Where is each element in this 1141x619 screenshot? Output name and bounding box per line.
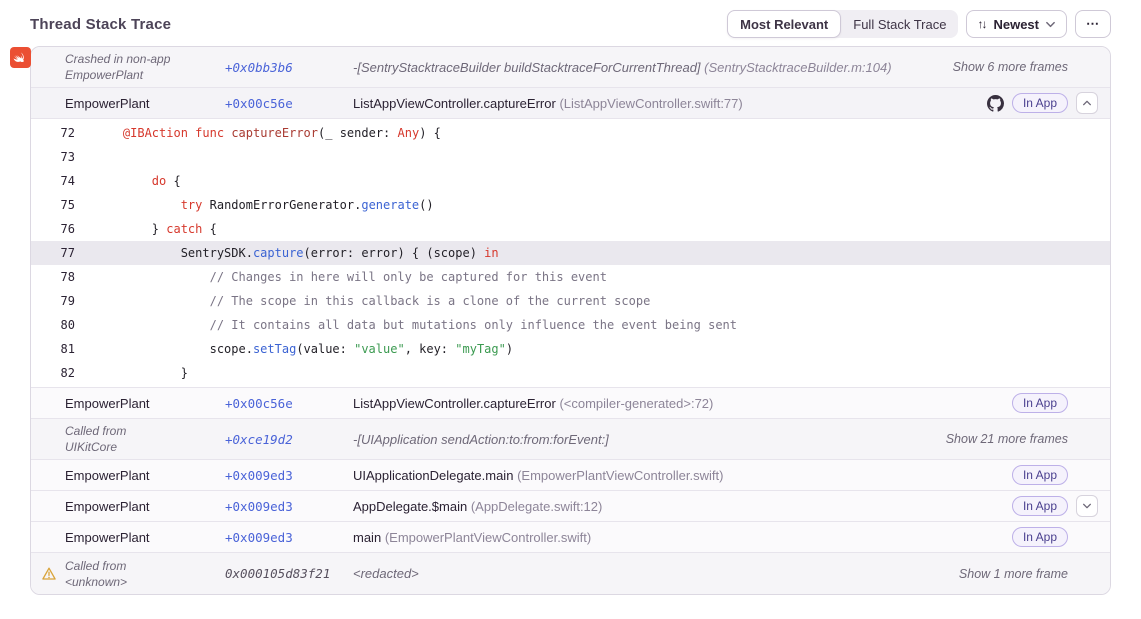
code-block: 72 @IBAction func captureError(_ sender:… <box>31 119 1110 388</box>
frame-row[interactable]: EmpowerPlant +0x009ed3 main (EmpowerPlan… <box>31 522 1110 553</box>
frame-module: Called from UIKitCore <box>31 423 225 455</box>
sort-label: Newest <box>993 17 1039 32</box>
frame-source[interactable]: (ListAppViewController.swift:77) <box>559 96 742 111</box>
code-line-78: 78 // Changes in here will only be captu… <box>31 265 1110 289</box>
expand-frame-button[interactable] <box>1076 495 1098 517</box>
sort-newest-button[interactable]: ↑↓ Newest <box>966 10 1067 38</box>
page-title: Thread Stack Trace <box>30 16 171 33</box>
chevron-up-icon <box>1082 98 1092 108</box>
ellipsis-icon: ⋯ <box>1086 16 1100 32</box>
thread-stack-trace-panel: Thread Stack Trace Most Relevant Full St… <box>0 0 1141 619</box>
frame-address[interactable]: +0x00c56e <box>225 96 293 111</box>
toggle-full-stack-trace[interactable]: Full Stack Trace <box>841 10 958 38</box>
in-app-badge[interactable]: In App <box>1012 527 1068 547</box>
frame-module: EmpowerPlant <box>31 396 225 411</box>
frame-row-omitted[interactable]: Crashed in non-app EmpowerPlant +0x0bb3b… <box>31 47 1110 88</box>
frame-function: AppDelegate.$main (AppDelegate.swift:12) <box>353 499 1012 514</box>
show-more-frames-link[interactable]: Show 6 more frames <box>953 60 1068 74</box>
chevron-down-icon <box>1045 19 1056 30</box>
toggle-most-relevant[interactable]: Most Relevant <box>727 10 841 38</box>
frame-address[interactable]: +0xce19d2 <box>225 432 293 447</box>
code-line-75: 75 try RandomErrorGenerator.generate() <box>31 193 1110 217</box>
frame-source[interactable]: (<compiler-generated>:72) <box>559 396 713 411</box>
frame-function: -[SentryStacktraceBuilder buildStacktrac… <box>353 60 953 75</box>
in-app-badge[interactable]: In App <box>1012 93 1068 113</box>
show-more-frames-link[interactable]: Show 1 more frame <box>959 567 1068 581</box>
frame-module: EmpowerPlant <box>31 468 225 483</box>
code-line-79: 79 // The scope in this callback is a cl… <box>31 289 1110 313</box>
frame-row-omitted[interactable]: Called from UIKitCore +0xce19d2 -[UIAppl… <box>31 419 1110 460</box>
header: Thread Stack Trace Most Relevant Full St… <box>0 0 1141 46</box>
frame-address[interactable]: +0x009ed3 <box>225 530 293 545</box>
frame-address[interactable]: +0x0bb3b6 <box>225 60 293 75</box>
sort-arrows-icon: ↑↓ <box>977 17 985 31</box>
frame-source[interactable]: (EmpowerPlantViewController.swift) <box>385 530 591 545</box>
frame-function: ListAppViewController.captureError (List… <box>353 96 987 111</box>
code-line-80: 80 // It contains all data but mutations… <box>31 313 1110 337</box>
frame-function: main (EmpowerPlantViewController.swift) <box>353 530 1012 545</box>
swift-icon <box>10 47 31 68</box>
header-controls: Most Relevant Full Stack Trace ↑↓ Newest… <box>727 10 1111 38</box>
code-line-73: 73 <box>31 145 1110 169</box>
code-line-76: 76 } catch { <box>31 217 1110 241</box>
chevron-down-icon <box>1082 501 1092 511</box>
frame-row[interactable]: EmpowerPlant +0x009ed3 UIApplicationDele… <box>31 460 1110 491</box>
frame-function: ListAppViewController.captureError (<com… <box>353 396 1012 411</box>
code-line-81: 81 scope.setTag(value: "value", key: "my… <box>31 337 1110 361</box>
in-app-badge[interactable]: In App <box>1012 465 1068 485</box>
collapse-frame-button[interactable] <box>1076 92 1098 114</box>
frame-function: <redacted> <box>353 566 959 581</box>
frame-row-expanded[interactable]: EmpowerPlant +0x00c56e ListAppViewContro… <box>31 88 1110 119</box>
frame-module: Crashed in non-app EmpowerPlant <box>31 51 225 83</box>
frame-module: EmpowerPlant <box>31 530 225 545</box>
frame-address[interactable]: +0x00c56e <box>225 396 293 411</box>
view-toggle: Most Relevant Full Stack Trace <box>727 10 958 38</box>
in-app-badge[interactable]: In App <box>1012 496 1068 516</box>
frame-module: EmpowerPlant <box>31 499 225 514</box>
frame-address[interactable]: +0x009ed3 <box>225 499 293 514</box>
frame-module: Called from <unknown> <box>31 558 225 590</box>
frame-function: -[UIApplication sendAction:to:from:forEv… <box>353 432 946 447</box>
frame-source[interactable]: (AppDelegate.swift:12) <box>471 499 603 514</box>
frame-address[interactable]: +0x009ed3 <box>225 468 293 483</box>
more-options-button[interactable]: ⋯ <box>1075 10 1111 38</box>
code-line-74: 74 do { <box>31 169 1110 193</box>
frame-module: EmpowerPlant <box>31 96 225 111</box>
frame-address: 0x000105d83f21 <box>225 566 330 581</box>
github-icon[interactable] <box>987 95 1004 112</box>
stack-frame-list: Crashed in non-app EmpowerPlant +0x0bb3b… <box>30 46 1111 595</box>
code-line-77: 77 SentrySDK.capture(error: error) { (sc… <box>31 241 1110 265</box>
frame-source[interactable]: (SentryStacktraceBuilder.m:104) <box>704 60 891 75</box>
frame-source[interactable]: (EmpowerPlantViewController.swift) <box>517 468 723 483</box>
frame-row[interactable]: EmpowerPlant +0x009ed3 AppDelegate.$main… <box>31 491 1110 522</box>
warning-icon <box>41 566 57 582</box>
in-app-badge[interactable]: In App <box>1012 393 1068 413</box>
frame-function: UIApplicationDelegate.main (EmpowerPlant… <box>353 468 1012 483</box>
code-line-72: 72 @IBAction func captureError(_ sender:… <box>31 121 1110 145</box>
frame-row[interactable]: EmpowerPlant +0x00c56e ListAppViewContro… <box>31 388 1110 419</box>
frame-row-omitted[interactable]: Called from <unknown> 0x000105d83f21 <re… <box>31 553 1110 594</box>
code-line-82: 82 } <box>31 361 1110 385</box>
show-more-frames-link[interactable]: Show 21 more frames <box>946 432 1068 446</box>
